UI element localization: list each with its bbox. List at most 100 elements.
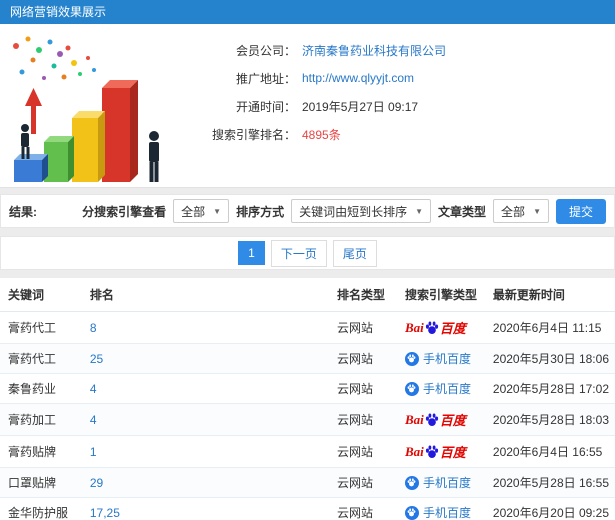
mobile-baidu-logo: 手机百度 xyxy=(404,350,471,367)
keyword-cell: 膏药贴牌 xyxy=(0,435,84,468)
paw-icon xyxy=(425,413,438,426)
mobile-baidu-label: 手机百度 xyxy=(422,506,471,520)
results-table: 关键词 排名 排名类型 搜索引擎类型 最新更新时间 膏药代工 8 云网站 Bai 百度 2… xyxy=(0,278,615,520)
chevron-down-icon: ▼ xyxy=(533,206,541,216)
chevron-down-icon: ▼ xyxy=(415,206,424,216)
table-row: 金华防护服 17,25 云网站 手机百度 2020年6月20日 09:25 xyxy=(0,497,615,520)
page-button-current[interactable]: 1 xyxy=(238,241,265,265)
time-cell: 2020年5月28日 16:55 xyxy=(486,467,615,498)
table-row: 膏药代工 25 云网站 手机百度 2020年5月30日 18:06 xyxy=(0,343,615,374)
rank-link[interactable]: 4 xyxy=(90,382,97,396)
member-info-section: 会员公司： 济南秦鲁药业科技有限公司 推广地址： http://www.qlyy… xyxy=(0,24,615,188)
promo-url-link[interactable]: http://www.qlyyjt.com xyxy=(302,71,414,85)
open-time-value: 2019年5月27日 09:17 xyxy=(302,99,419,114)
time-cell: 2020年6月4日 16:55 xyxy=(486,435,615,468)
rank-type-cell: 云网站 xyxy=(331,343,399,374)
rank-link[interactable]: 4 xyxy=(90,413,97,427)
rank-link[interactable]: 29 xyxy=(90,476,103,490)
rank-cell: 4 xyxy=(83,373,332,404)
bar-red xyxy=(102,80,138,182)
info-row-company: 会员公司： 济南秦鲁药业科技有限公司 xyxy=(178,36,446,64)
rank-cell: 29 xyxy=(83,467,332,498)
submit-button[interactable]: 提交 xyxy=(555,198,606,224)
rank-count-value: 4895条 xyxy=(302,127,341,142)
rank-type-cell: 云网站 xyxy=(331,467,399,498)
mobile-baidu-logo: 手机百度 xyxy=(404,380,471,397)
baidu-du-text: 百度 xyxy=(439,413,466,428)
rank-cell: 25 xyxy=(83,343,332,374)
rank-link[interactable]: 17,25 xyxy=(90,506,120,520)
table-row: 膏药贴牌 1 云网站 Bai 百度 2020年6月4日 16:55 xyxy=(0,435,615,468)
article-type-select[interactable]: 全部 ▼ xyxy=(493,199,549,223)
rank-link[interactable]: 1 xyxy=(90,445,97,459)
engine-cell: Bai 百度 xyxy=(398,403,487,436)
sort-select[interactable]: 关键词由短到长排序 ▼ xyxy=(291,199,432,223)
table-row: 膏药代工 8 云网站 Bai 百度 2020年6月4日 11:15 xyxy=(0,311,615,344)
col-header-keyword: 关键词 xyxy=(0,278,84,312)
keyword-cell: 口罩贴牌 xyxy=(0,467,84,498)
baidu-du-text: 百度 xyxy=(439,321,466,336)
engine-filter-select[interactable]: 全部 ▼ xyxy=(173,199,230,223)
bar-green xyxy=(44,136,74,182)
engine-cell: Bai 百度 xyxy=(398,311,487,344)
keyword-cell: 膏药代工 xyxy=(0,343,84,374)
engine-cell: 手机百度 xyxy=(398,467,487,498)
rank-type-cell: 云网站 xyxy=(331,497,399,520)
last-page-button[interactable]: 尾页 xyxy=(332,239,377,267)
rank-cell: 17,25 xyxy=(83,497,332,520)
keyword-cell: 膏药加工 xyxy=(0,403,84,436)
baidu-du-text: 百度 xyxy=(439,445,466,460)
paw-icon xyxy=(408,508,416,517)
col-header-engine-type: 搜索引擎类型 xyxy=(398,278,487,312)
rank-type-cell: 云网站 xyxy=(331,403,399,436)
open-time-label: 开通时间： xyxy=(235,99,296,114)
col-header-update-time: 最新更新时间 xyxy=(486,278,615,312)
company-link[interactable]: 济南秦鲁药业科技有限公司 xyxy=(302,42,446,59)
bar-yellow xyxy=(72,111,105,182)
mobile-baidu-label: 手机百度 xyxy=(422,476,471,490)
mobile-baidu-icon xyxy=(404,351,419,366)
keyword-cell: 秦鲁药业 xyxy=(0,373,84,404)
next-page-button[interactable]: 下一页 xyxy=(270,239,327,267)
engine-filter-label: 分搜索引擎查看 xyxy=(82,204,167,219)
paw-icon xyxy=(408,354,416,363)
baidu-bai-text: Bai xyxy=(404,319,424,335)
engine-cell: 手机百度 xyxy=(398,343,487,374)
sort-value: 关键词由短到长排序 xyxy=(299,204,408,219)
rank-cell: 8 xyxy=(83,311,332,344)
time-cell: 2020年5月28日 17:02 xyxy=(486,373,615,404)
table-body: 膏药代工 8 云网站 Bai 百度 2020年6月4日 11:15 膏药代工 25 云网站 手机百… xyxy=(0,311,615,520)
person-figure-left xyxy=(21,124,30,159)
article-type-label: 文章类型 xyxy=(438,204,487,219)
rank-link[interactable]: 8 xyxy=(90,321,97,335)
time-cell: 2020年6月20日 09:25 xyxy=(486,497,615,520)
engine-cell: Bai 百度 xyxy=(398,435,487,468)
growth-chart-svg xyxy=(13,36,159,182)
paw-icon xyxy=(408,384,416,393)
mobile-baidu-icon xyxy=(404,505,419,520)
rank-type-cell: 云网站 xyxy=(331,435,399,468)
info-row-rank-count: 搜索引擎排名： 4895条 xyxy=(178,120,446,148)
table-row: 口罩贴牌 29 云网站 手机百度 2020年5月28日 16:55 xyxy=(0,467,615,498)
titlebar: 网络营销效果展示 xyxy=(0,0,615,24)
baidu-bai-text: Bai xyxy=(404,411,424,427)
promo-url-label: 推广地址： xyxy=(235,71,296,86)
baidu-logo: Bai 百度 xyxy=(405,442,466,461)
engine-filter-value: 全部 xyxy=(181,204,206,219)
mobile-baidu-label: 手机百度 xyxy=(422,352,471,366)
member-info-list: 会员公司： 济南秦鲁药业科技有限公司 推广地址： http://www.qlyy… xyxy=(178,36,446,148)
table-row: 秦鲁药业 4 云网站 手机百度 2020年5月28日 17:02 xyxy=(0,373,615,404)
mobile-baidu-icon xyxy=(404,381,419,396)
paw-icon xyxy=(425,445,438,458)
paw-icon xyxy=(408,478,416,487)
engine-cell: 手机百度 xyxy=(398,497,487,520)
sort-label: 排序方式 xyxy=(236,204,285,219)
rank-cell: 1 xyxy=(83,435,332,468)
col-header-rank: 排名 xyxy=(83,278,332,312)
result-label: 结果: xyxy=(9,204,37,219)
rank-link[interactable]: 25 xyxy=(90,352,103,366)
time-cell: 2020年5月28日 18:03 xyxy=(486,403,615,436)
rank-cell: 4 xyxy=(83,403,332,436)
person-figure-right xyxy=(149,131,159,182)
growth-chart-illustration xyxy=(2,30,182,185)
